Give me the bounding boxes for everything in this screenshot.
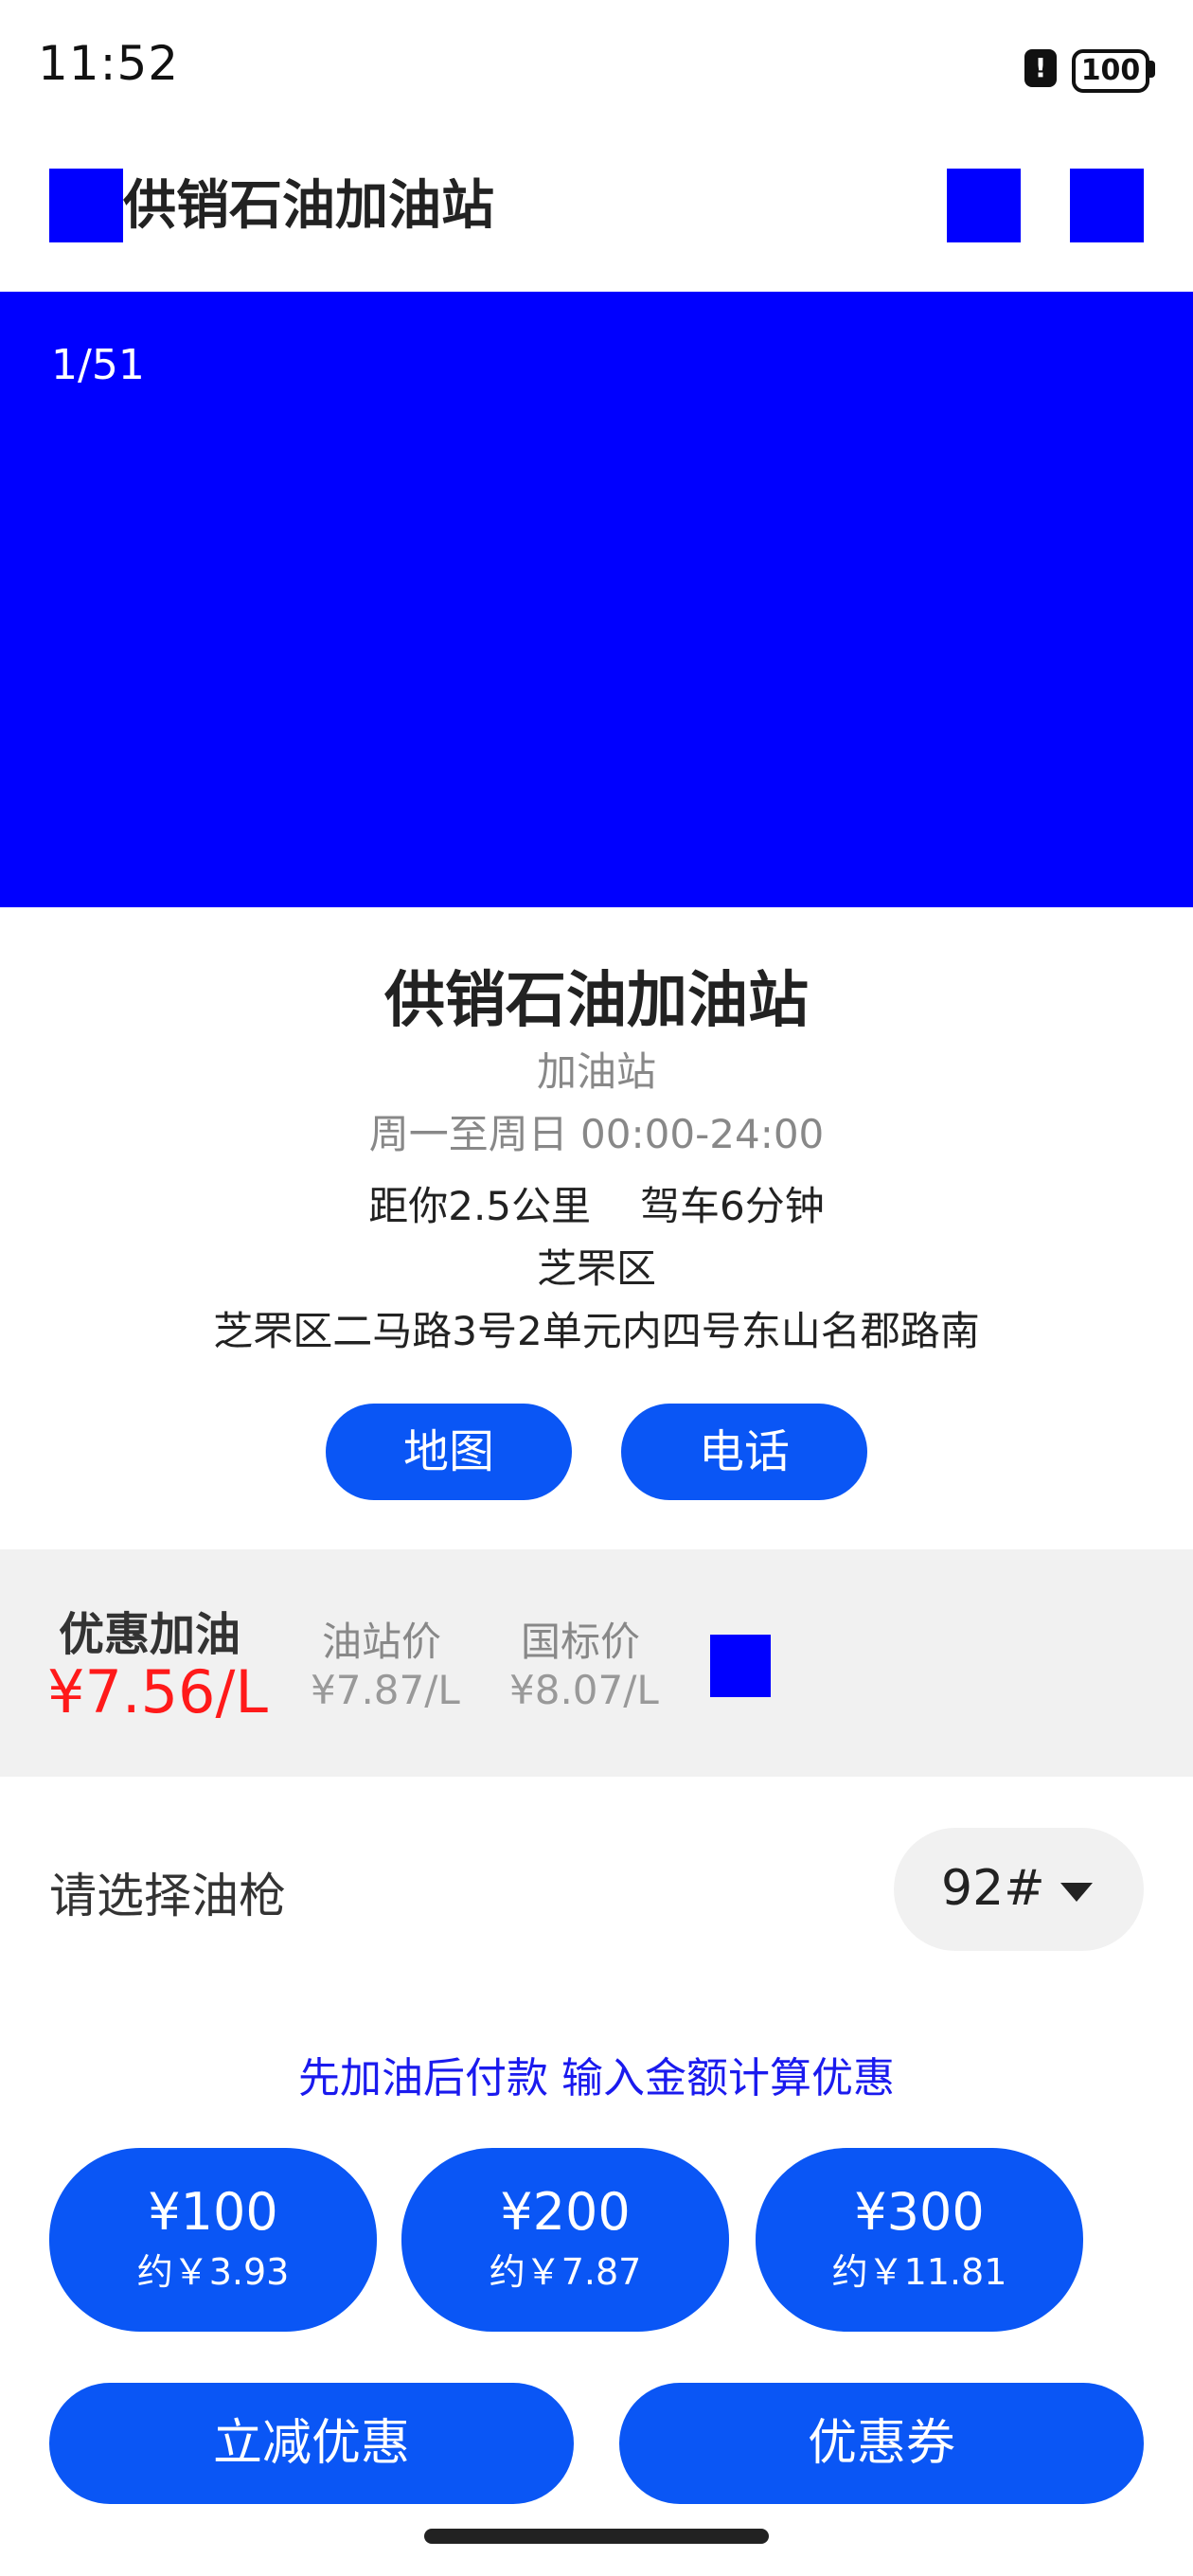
national-price-label: 国标价 — [521, 1619, 641, 1665]
amount-value: ¥300 — [854, 2182, 985, 2242]
back-icon[interactable] — [49, 169, 123, 242]
page-title: 供销石油加油站 — [123, 175, 494, 237]
amount-button-100[interactable]: ¥100 约￥3.93 — [49, 2148, 377, 2332]
coupon-button[interactable]: 优惠券 — [619, 2383, 1144, 2504]
station-hours: 周一至周日 00:00-24:00 — [368, 1111, 825, 1157]
station-drive-time: 驾车6分钟 — [640, 1183, 825, 1229]
instant-discount-button[interactable]: 立减优惠 — [49, 2383, 574, 2504]
banner-counter: 1/51 — [51, 341, 145, 389]
station-type: 加油站 — [536, 1048, 656, 1095]
amount-discount: 约￥11.81 — [831, 2251, 1007, 2293]
amount-discount: 约￥7.87 — [489, 2251, 642, 2293]
discount-price-value: ¥7.56/L — [47, 1657, 268, 1726]
home-indicator[interactable] — [424, 2529, 769, 2544]
amount-button-200[interactable]: ¥200 约￥7.87 — [401, 2148, 729, 2332]
station-district: 芝罘区 — [536, 1245, 656, 1292]
amount-button-300[interactable]: ¥300 约￥11.81 — [756, 2148, 1083, 2332]
alert-icon: ! — [1024, 49, 1057, 87]
battery-cap — [1149, 61, 1155, 78]
gun-dropdown-value[interactable]: 92# — [941, 1860, 1045, 1917]
amount-value: ¥200 — [500, 2182, 631, 2242]
promo-text[interactable]: 先加油后付款 输入金额计算优惠 — [0, 2044, 1193, 2104]
phone-button[interactable]: 电话 — [621, 1404, 867, 1500]
station-price-label: 油站价 — [322, 1619, 442, 1665]
discount-price-label: 优惠加油 — [59, 1608, 241, 1661]
amount-discount: 约￥3.93 — [136, 2251, 290, 2293]
station-distance: 距你2.5公里 — [368, 1183, 592, 1229]
station-address: 芝罘区二马路3号2单元内四号东山名郡路南 — [213, 1308, 980, 1354]
station-distance-row: 距你2.5公里 驾车6分钟 — [0, 1174, 1193, 1232]
battery-icon: 100 — [1072, 49, 1149, 93]
more-icon[interactable] — [1070, 169, 1144, 242]
national-price-value: ¥8.07/L — [509, 1667, 659, 1713]
station-name: 供销石油加油站 — [384, 966, 809, 1036]
info-icon[interactable] — [710, 1635, 771, 1697]
share-icon[interactable] — [947, 169, 1021, 242]
caret-down-icon[interactable] — [1060, 1883, 1093, 1902]
photo-banner[interactable] — [0, 292, 1193, 907]
amount-value: ¥100 — [148, 2182, 278, 2242]
station-price-value: ¥7.87/L — [311, 1667, 460, 1713]
map-button[interactable]: 地图 — [326, 1404, 572, 1500]
gun-select-label: 请选择油枪 — [49, 1869, 286, 1923]
status-time: 11:52 — [38, 36, 180, 91]
